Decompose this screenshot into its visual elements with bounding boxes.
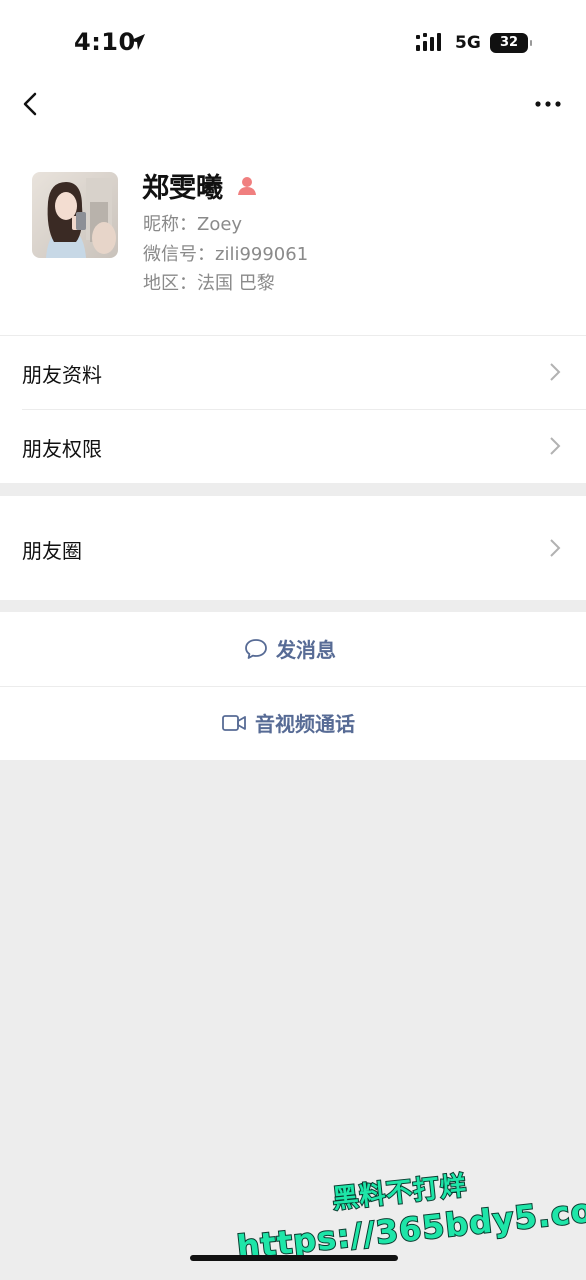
friend-settings-section: 朋友资料 朋友权限 [0, 335, 586, 483]
friend-permissions-label: 朋友权限 [22, 437, 102, 461]
moments-label: 朋友圈 [22, 539, 82, 563]
moments-section: 朋友圈 [0, 496, 586, 600]
status-bar: 4:10 5G 32 [0, 0, 586, 86]
location-arrow-icon [129, 34, 145, 50]
chevron-right-icon [550, 437, 561, 455]
battery-icon: 32 [490, 33, 532, 53]
female-gender-icon [238, 177, 256, 195]
friend-permissions-row[interactable]: 朋友权限 [0, 409, 586, 483]
battery-level: 32 [499, 35, 519, 50]
friend-profile-label: 朋友资料 [22, 363, 102, 387]
contact-name: 郑雯曦 [142, 173, 223, 204]
avatar-photo [32, 172, 118, 258]
home-indicator[interactable] [190, 1255, 398, 1261]
avatar[interactable] [32, 172, 118, 258]
status-time: 4:10 [74, 28, 136, 56]
video-camera-icon [222, 714, 246, 731]
actions-section: 发消息 音视频通话 [0, 612, 586, 760]
wechat-id-text: 微信号：zili999061 [143, 244, 309, 265]
chevron-right-icon [550, 539, 561, 557]
chat-bubble-icon [245, 638, 267, 659]
region-text: 地区：法国 巴黎 [143, 273, 275, 294]
chevron-right-icon [550, 363, 561, 381]
back-icon[interactable] [16, 88, 44, 120]
send-message-label: 发消息 [276, 638, 336, 662]
video-call-button[interactable]: 音视频通话 [0, 686, 586, 760]
friend-profile-row[interactable]: 朋友资料 [0, 335, 586, 409]
network-type: 5G [455, 33, 481, 53]
signal-icon [416, 33, 441, 51]
moments-row[interactable]: 朋友圈 [0, 511, 586, 585]
more-icon[interactable] [530, 96, 566, 112]
send-message-button[interactable]: 发消息 [0, 612, 586, 686]
nickname-text: 昵称：Zoey [143, 214, 243, 235]
video-call-label: 音视频通话 [255, 712, 355, 736]
